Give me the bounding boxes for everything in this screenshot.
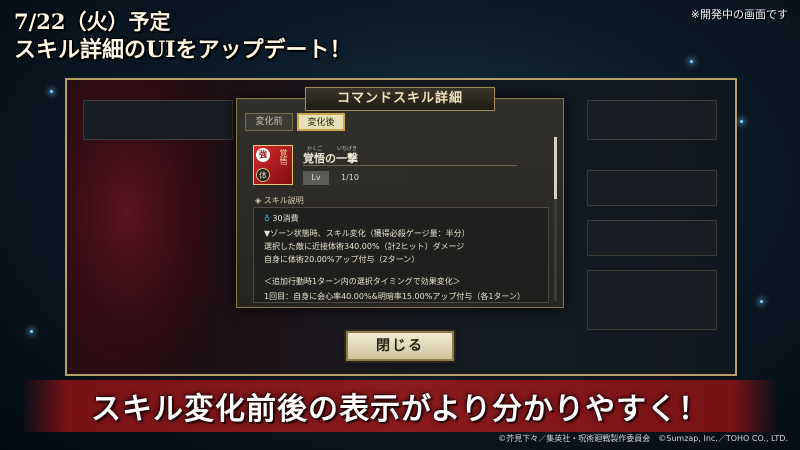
command-skill-detail-dialog: コマンドスキル詳細 変化前 変化後 強 体 覚悟 かくご いちげき 覚悟の一撃 … — [236, 87, 564, 308]
divider — [303, 165, 517, 166]
skill-type-icon: 体 — [256, 168, 270, 182]
sparkle-decoration — [30, 330, 33, 333]
skill-description-label: スキル説明 — [263, 196, 304, 205]
background-panel — [587, 170, 717, 206]
skill-description-heading: ◈ スキル説明 — [255, 196, 304, 205]
background-panel — [587, 100, 717, 140]
background-art — [67, 80, 217, 374]
dialog-title: コマンドスキル詳細 — [305, 87, 495, 111]
sparkle-decoration — [690, 60, 693, 63]
sparkle-decoration — [50, 90, 53, 93]
description-line: 自身に体術20.00%アップ付与（2ターン） — [264, 255, 420, 264]
level-value: 1/10 — [329, 171, 405, 185]
skill-icon-kanji: 覚悟 — [279, 149, 288, 165]
description-line: 1回目：自身に会心率40.00%&明暗率15.00%アップ付与（各1ターン） — [264, 292, 526, 301]
headline-date: 7/22（火）予定 — [14, 9, 171, 34]
skill-icon: 強 体 覚悟 — [253, 145, 293, 185]
skill-badge-icon: 強 — [256, 148, 270, 162]
tab-after-change[interactable]: 変化後 — [297, 113, 345, 131]
background-panel — [587, 220, 717, 256]
sparkle-decoration — [760, 300, 763, 303]
tab-before-change[interactable]: 変化前 — [245, 113, 293, 131]
skill-description-box[interactable]: ♁ 30消費 ▼ゾーン状態時、スキル変化（獲得必殺ゲージ量：半分） 選択した敵に… — [253, 207, 549, 303]
close-button[interactable]: 閉じる — [346, 331, 454, 361]
level-label: Lv — [303, 171, 329, 185]
scrollbar-thumb[interactable] — [554, 137, 557, 199]
cost-line: ♁ 30消費 — [264, 213, 299, 224]
skill-name: 覚悟の一撃 — [303, 152, 358, 165]
sparkle-decoration — [740, 120, 743, 123]
headline: 7/22（火）予定 スキル詳細のUIをアップデート！ — [14, 8, 351, 64]
droplet-icon: ♁ — [264, 214, 270, 223]
banner-text: スキル変化前後の表示がより分かりやすく！ — [91, 392, 709, 427]
copyright: ©芥見下々／集英社・呪術廻戦製作委員会 ©Sumzap, Inc.／TOHO C… — [498, 434, 788, 443]
background-panel — [587, 270, 717, 330]
dev-note: ※開発中の画面です — [690, 8, 788, 21]
background-panel — [83, 100, 233, 140]
description-line: ▼ゾーン状態時、スキル変化（獲得必殺ゲージ量：半分） — [264, 229, 470, 238]
description-line: 選択した敵に近接体術340.00%（計2ヒット）ダメージ — [264, 242, 465, 251]
description-line: ＜追加行動時1ターン内の選択タイミングで効果変化＞ — [264, 277, 461, 286]
headline-subtitle: スキル詳細のUIをアップデート！ — [14, 37, 352, 63]
cost-text: 30消費 — [272, 214, 299, 223]
